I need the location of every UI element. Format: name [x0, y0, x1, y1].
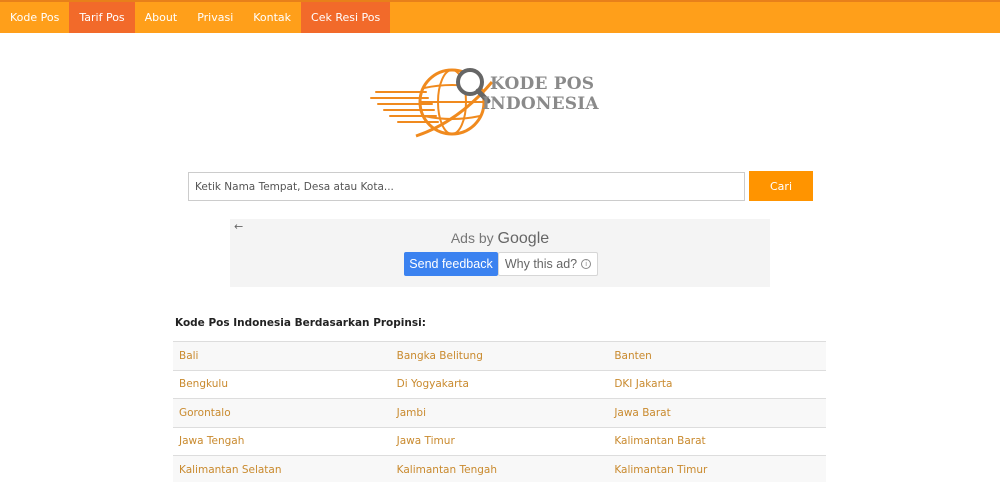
table-cell: Jambi: [390, 398, 609, 427]
nav-kontak[interactable]: Kontak: [243, 2, 301, 33]
table-cell: Bali: [173, 341, 391, 370]
nav-kode-pos[interactable]: Kode Pos: [0, 2, 69, 33]
nav-cek-resi-pos[interactable]: Cek Resi Pos: [301, 2, 391, 33]
province-link[interactable]: Kalimantan Tengah: [397, 464, 497, 476]
table-cell: Kalimantan Selatan: [173, 455, 391, 482]
table-cell: DKI Jakarta: [608, 369, 826, 399]
info-icon: i: [581, 259, 592, 269]
province-link[interactable]: Jawa Tengah: [179, 435, 244, 447]
province-link[interactable]: Jambi: [397, 407, 426, 419]
nav-privasi[interactable]: Privasi: [187, 2, 243, 33]
table-row: Bengkulu Di Yogyakarta DKI Jakarta: [173, 369, 826, 399]
top-navbar: Kode Pos Tarif Pos About Privasi Kontak …: [0, 0, 1000, 33]
table-cell: Jawa Barat: [608, 398, 826, 427]
logo-text-line1: KODE POS: [490, 74, 595, 94]
province-link[interactable]: DKI Jakarta: [614, 378, 672, 390]
province-link[interactable]: Jawa Barat: [614, 407, 670, 419]
logo-text-line2: INDONESIA: [482, 94, 599, 114]
search-button[interactable]: Cari: [749, 171, 813, 201]
table-cell: Kalimantan Barat: [608, 426, 826, 456]
province-link[interactable]: Bengkulu: [179, 378, 228, 390]
table-row: Gorontalo Jambi Jawa Barat: [173, 398, 826, 427]
province-table: Bali Bangka Belitung Banten Bengkulu Di Yogy…: [173, 341, 826, 482]
table-row: Jawa Tengah Jawa Timur Kalimantan Barat: [173, 426, 826, 456]
province-link[interactable]: Bali: [179, 350, 198, 362]
why-this-ad-label: Why this ad?: [504, 257, 578, 271]
table-cell: Banten: [608, 341, 826, 370]
site-logo[interactable]: KODE POS INDONESIA: [368, 62, 608, 144]
why-this-ad-button[interactable]: Why this ad? i: [498, 252, 598, 276]
section-title: Kode Pos Indonesia Berdasarkan Propinsi:: [175, 317, 426, 329]
province-link[interactable]: Kalimantan Barat: [614, 435, 705, 447]
table-cell: Di Yogyakarta: [390, 369, 609, 399]
province-link[interactable]: Jawa Timur: [397, 435, 455, 447]
table-cell: Jawa Timur: [390, 426, 609, 456]
ad-banner: ← Ads by Google Send feedback Why this a…: [230, 219, 770, 287]
ads-by-text: Ads by: [450, 230, 494, 246]
province-link[interactable]: Kalimantan Selatan: [179, 464, 282, 476]
table-cell: Jawa Tengah: [173, 426, 391, 456]
province-link[interactable]: Di Yogyakarta: [397, 378, 469, 390]
table-cell: Bangka Belitung: [390, 341, 609, 370]
table-cell: Gorontalo: [173, 398, 391, 427]
province-link[interactable]: Banten: [614, 350, 652, 362]
province-link[interactable]: Kalimantan Timur: [614, 464, 707, 476]
search-input[interactable]: [188, 172, 745, 201]
nav-tarif-pos[interactable]: Tarif Pos: [69, 2, 135, 33]
table-cell: Bengkulu: [173, 369, 391, 399]
send-feedback-button[interactable]: Send feedback: [404, 252, 498, 276]
table-row: Kalimantan Selatan Kalimantan Tengah Kalim…: [173, 455, 826, 482]
province-link[interactable]: Gorontalo: [179, 407, 231, 419]
nav-about[interactable]: About: [135, 2, 188, 33]
table-cell: Kalimantan Tengah: [390, 455, 609, 482]
table-cell: Kalimantan Timur: [608, 455, 826, 482]
table-row: Bali Bangka Belitung Banten: [173, 341, 826, 370]
google-text: Google: [497, 230, 550, 247]
ads-by-google-label: Ads by Google: [230, 230, 770, 248]
province-link[interactable]: Bangka Belitung: [397, 350, 483, 362]
